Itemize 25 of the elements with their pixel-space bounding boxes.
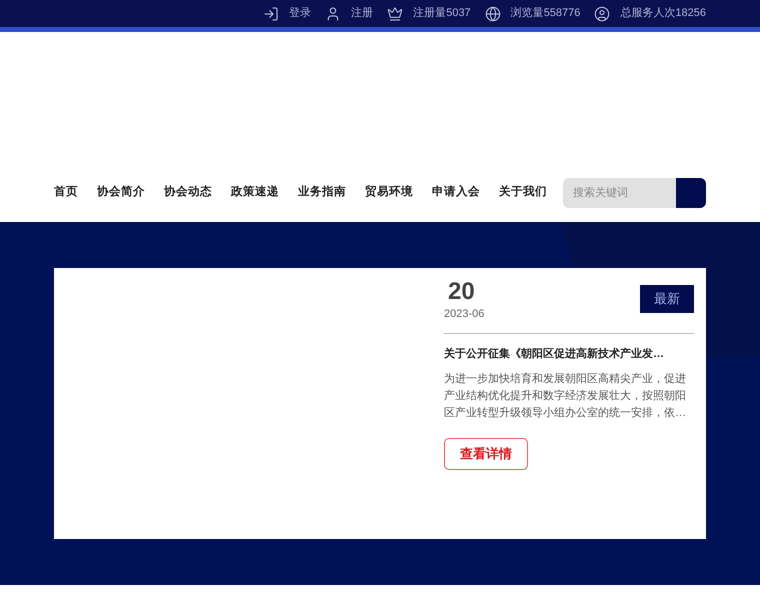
- nav-link[interactable]: 关于我们: [499, 184, 547, 202]
- nav-link[interactable]: 贸易环境: [365, 184, 413, 202]
- nav-link[interactable]: 业务指南: [298, 184, 346, 202]
- nav-link[interactable]: 首页: [54, 184, 78, 202]
- top-link[interactable]: 浏览量558776: [510, 5, 580, 22]
- nav-link[interactable]: 申请入会: [432, 184, 480, 202]
- nav-link[interactable]: 政策速递: [231, 184, 279, 202]
- search-button[interactable]: [676, 178, 706, 208]
- date-month: 2023-06: [444, 307, 484, 322]
- globe-icon: [484, 6, 501, 22]
- date-day: 20: [444, 278, 484, 306]
- news-summary: 为进一步加快培育和发展朝阳区高精尖产业，促进产业结构优化提升和数字经济发展壮大，按照朝阳区产业转型升级领导小组办公室的统一安排，依…: [444, 372, 687, 420]
- user-circle-icon: [594, 6, 610, 22]
- top-link[interactable]: 注册: [351, 5, 374, 22]
- latest-badge: 最新: [640, 285, 694, 312]
- crown-icon: [387, 6, 404, 22]
- news-title[interactable]: 关于公开征集《朝阳区促进高新技术产业发…: [444, 346, 664, 362]
- top-link[interactable]: 注册量5037: [413, 5, 471, 22]
- search-field[interactable]: 搜索关键词: [563, 178, 676, 208]
- top-link[interactable]: 总服务人次18256: [620, 5, 706, 22]
- view-details-button[interactable]: 查看详情: [444, 438, 528, 470]
- nav-link[interactable]: 协会动态: [164, 184, 212, 202]
- nav-link[interactable]: 协会简介: [97, 184, 145, 202]
- top-link[interactable]: 登录: [289, 5, 312, 22]
- login-icon: [263, 6, 280, 22]
